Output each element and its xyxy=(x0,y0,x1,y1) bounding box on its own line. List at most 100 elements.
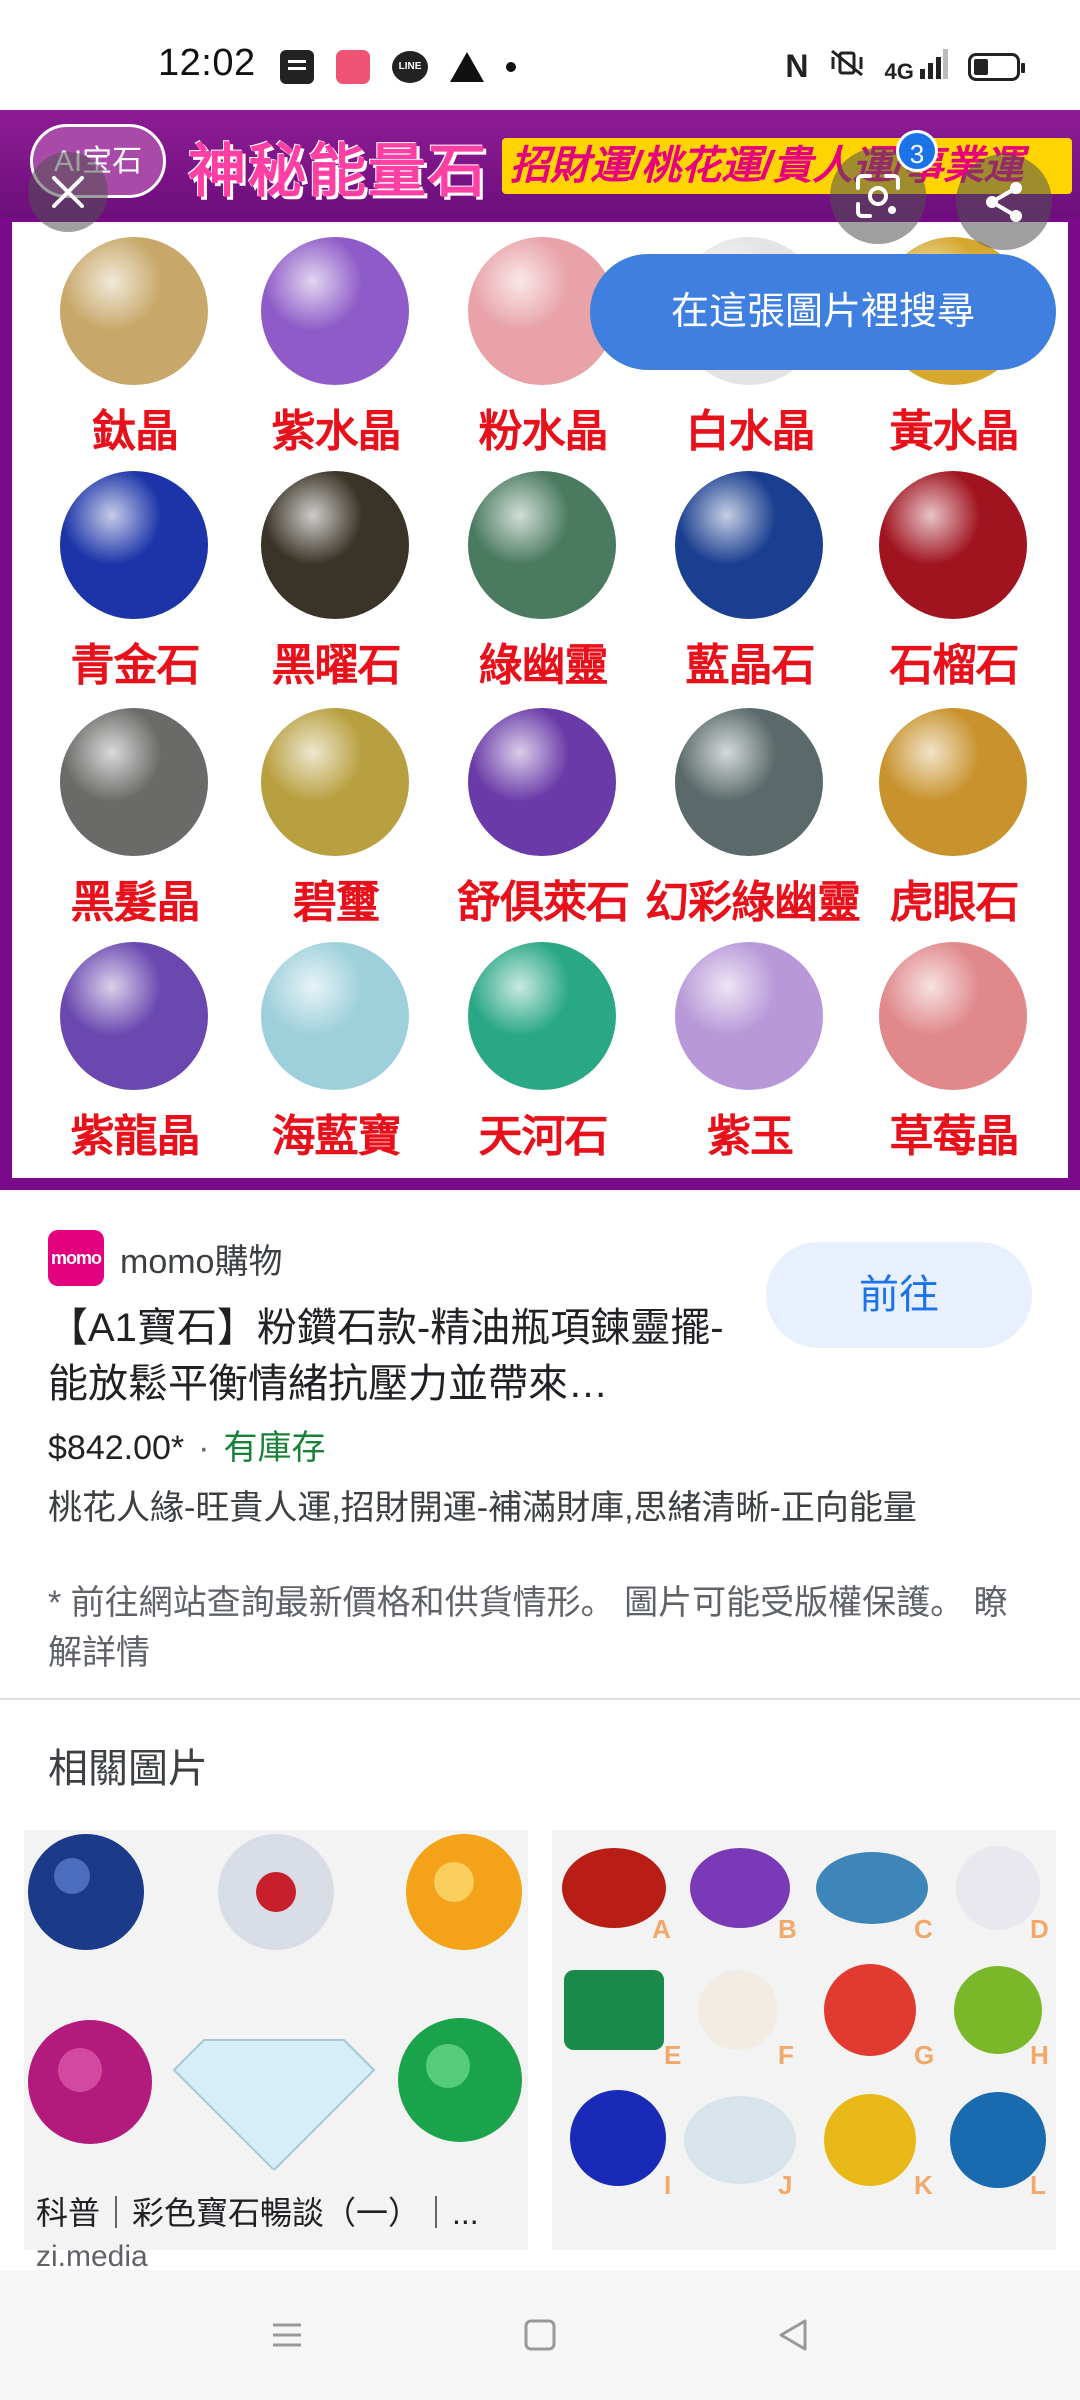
product-image[interactable]: AI宝石 神秘能量石 招財運/桃花運/貴人運/事業運 鈦晶 紫水晶 粉水晶 白水晶 黃水… xyxy=(0,110,1080,1190)
lens-count-badge: 3 xyxy=(896,130,938,172)
product-description: 桃花人緣-旺貴人運,招財開運-補滿財庫,思緒清晰-正向能量 xyxy=(48,1489,917,1527)
stone-name: 舒俱萊石 xyxy=(457,877,630,928)
stone-item: 碧璽 xyxy=(231,702,431,934)
stone-name: 鈦晶 xyxy=(92,406,179,457)
stone-ball xyxy=(60,471,208,619)
banner-title: 神秘能量石 xyxy=(188,137,489,205)
search-in-image-chip[interactable]: 在這張圖片裡搜尋 xyxy=(590,254,1056,370)
status-time: 12:02 xyxy=(158,42,256,84)
app-pink-icon xyxy=(336,50,370,84)
stone-item: 舒俱萊石 xyxy=(438,702,638,934)
home-square-icon xyxy=(524,2319,556,2351)
lens-icon xyxy=(856,174,900,218)
recents-button[interactable] xyxy=(257,2305,317,2365)
merchant-logo: momo xyxy=(48,1230,104,1286)
stone-name: 青金石 xyxy=(70,640,201,691)
price-separator: · xyxy=(198,1429,210,1467)
battery-icon xyxy=(968,52,1025,81)
gem-letter: G xyxy=(914,2040,935,2070)
stone-ball xyxy=(879,471,1027,619)
stone-ball xyxy=(879,942,1027,1090)
close-button[interactable] xyxy=(28,152,108,232)
stone-name: 藍晶石 xyxy=(685,640,816,691)
menu-icon xyxy=(272,2323,301,2347)
share-button[interactable] xyxy=(956,154,1052,250)
merchant-row[interactable]: momo momo購物 xyxy=(48,1230,282,1286)
stone-name: 粉水晶 xyxy=(478,406,609,457)
stone-item: 黑髮晶 xyxy=(30,702,230,934)
back-button[interactable] xyxy=(763,2305,823,2365)
gem-letter: J xyxy=(778,2170,793,2200)
vibrate-icon xyxy=(829,48,865,85)
home-button[interactable] xyxy=(510,2305,570,2365)
share-icon xyxy=(986,182,1022,222)
gem-collage-image xyxy=(28,1834,522,2172)
related-image-card[interactable]: A B C D E F G H I J K L xyxy=(552,1830,1056,2250)
gem-letter: I xyxy=(664,2170,672,2200)
price-row: $842.00* · 有庫存 xyxy=(48,1420,325,1469)
nfc-icon: N xyxy=(785,48,809,84)
price: $842.00* xyxy=(48,1429,185,1467)
back-triangle-icon xyxy=(779,2319,807,2351)
gem-chart-image xyxy=(562,1846,1046,2188)
disclaimer-text: * 前往網站查詢最新價格和供貨情形。 圖片可能受版權保護。 xyxy=(48,1584,965,1622)
gem-letter: D xyxy=(1030,1914,1049,1944)
stone-item: 紫龍晶 xyxy=(30,936,230,1168)
gem-letter: K xyxy=(914,2170,933,2200)
disclaimer: * 前往網站查詢最新價格和供貨情形。 圖片可能受版權保護。 瞭解詳情 xyxy=(48,1578,1008,1678)
stone-ball xyxy=(60,237,208,385)
status-bar: 12:02 LINE N 4G xyxy=(0,0,1080,110)
related-card-caption[interactable]: 科普｜彩色寶石暢談（一）｜... xyxy=(36,2188,516,2234)
gem-letter: H xyxy=(1030,2040,1049,2070)
stone-item: 虎眼石 xyxy=(849,702,1049,934)
merchant-name: momo購物 xyxy=(120,1242,283,1281)
stone-name: 石榴石 xyxy=(889,640,1020,691)
message-icon xyxy=(280,50,314,84)
stone-item: 天河石 xyxy=(438,936,638,1168)
stone-ball xyxy=(261,942,409,1090)
go-button[interactable]: 前往 xyxy=(766,1242,1032,1348)
stone-name: 白水晶 xyxy=(685,406,816,457)
stock-status: 有庫存 xyxy=(223,1429,326,1467)
stone-item: 海藍寶 xyxy=(231,936,431,1168)
signal-icon: 4G xyxy=(885,48,948,85)
product-title[interactable]: 【A1寶石】粉鑽石款-精油瓶項鍊靈擺-能放鬆平衡情緒抗壓力並帶來… xyxy=(48,1300,748,1412)
stone-name: 紫水晶 xyxy=(271,406,402,457)
stone-name: 黃水晶 xyxy=(889,406,1020,457)
stone-ball xyxy=(60,708,208,856)
stone-item: 綠幽靈 xyxy=(438,465,638,697)
stone-name: 黑髮晶 xyxy=(70,877,201,928)
stone-name: 虎眼石 xyxy=(889,877,1020,928)
stone-ball xyxy=(261,471,409,619)
stone-name: 草莓晶 xyxy=(889,1111,1020,1162)
gem-letter: A xyxy=(652,1914,671,1944)
divider xyxy=(0,1698,1080,1700)
stone-item: 鈦晶 xyxy=(30,231,230,463)
related-card-source: zi.media xyxy=(36,2240,148,2273)
stone-item: 幻彩綠幽靈 xyxy=(645,702,861,934)
stone-ball xyxy=(675,942,823,1090)
stone-name: 天河石 xyxy=(478,1111,609,1162)
stone-item: 藍晶石 xyxy=(645,465,845,697)
stone-ball xyxy=(261,708,409,856)
gem-letter: E xyxy=(664,2040,682,2070)
stone-name: 紫玉 xyxy=(707,1111,794,1162)
stone-name: 幻彩綠幽靈 xyxy=(645,877,861,928)
gem-letter: F xyxy=(778,2040,794,2070)
stone-ball xyxy=(879,708,1027,856)
line-icon: LINE xyxy=(392,51,428,83)
stone-name: 紫龍晶 xyxy=(70,1111,201,1162)
dot-icon xyxy=(506,62,516,72)
related-image-card[interactable] xyxy=(24,1830,528,2250)
warning-icon xyxy=(450,52,484,82)
navigation-bar xyxy=(0,2270,1080,2400)
gem-letter: C xyxy=(914,1914,933,1944)
stone-ball xyxy=(675,708,823,856)
stone-ball xyxy=(468,942,616,1090)
stone-item: 紫水晶 xyxy=(231,231,431,463)
stone-ball xyxy=(468,471,616,619)
stone-name: 綠幽靈 xyxy=(478,640,609,691)
gem-letter: L xyxy=(1030,2170,1046,2200)
stone-name: 碧璽 xyxy=(293,877,380,928)
close-icon xyxy=(52,176,84,208)
